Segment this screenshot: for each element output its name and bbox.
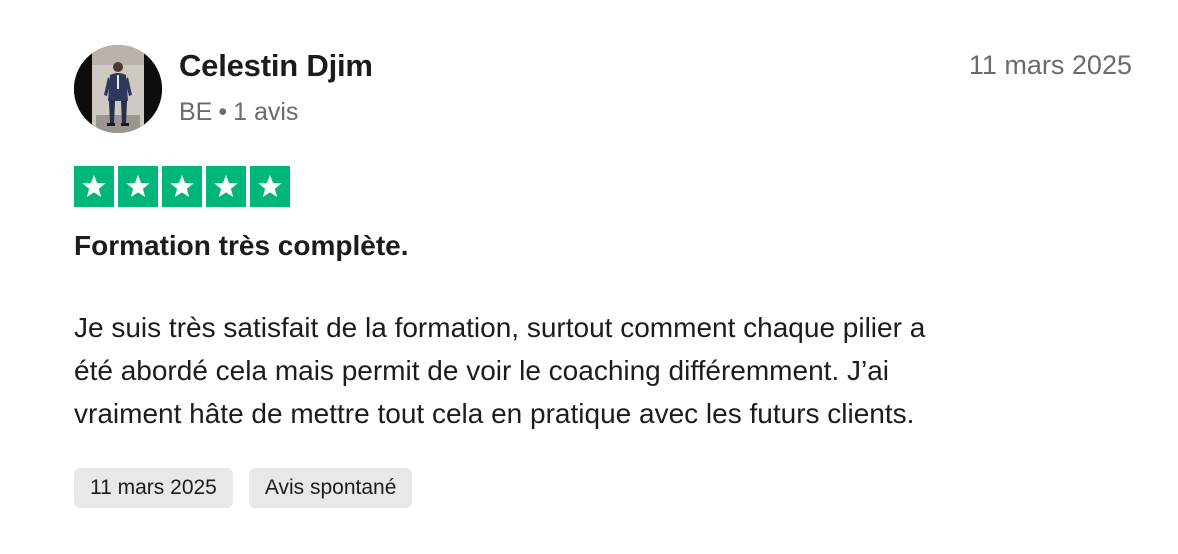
review-body-line: vraiment hâte de mettre tout cela en pra…	[74, 398, 915, 429]
reviewer-avatar[interactable]	[74, 45, 162, 133]
star-rating	[74, 166, 290, 207]
star-icon	[74, 166, 114, 207]
star-icon	[162, 166, 202, 207]
review-card: Celestin Djim BE • 1 avis 11 mars 2025 For…	[0, 0, 1178, 554]
reviewer-review-count: 1 avis	[233, 98, 299, 126]
review-body-line: Je suis très satisfait de la formation, …	[74, 312, 926, 343]
star-icon	[250, 166, 290, 207]
review-title[interactable]: Formation très complète.	[74, 230, 409, 262]
meta-separator: •	[218, 98, 228, 126]
reviewer-country: BE	[179, 98, 213, 126]
reviewer-name[interactable]: Celestin Djim	[179, 48, 373, 84]
reviewer-meta: BE • 1 avis	[179, 98, 298, 127]
review-body: Je suis très satisfait de la formation, …	[74, 306, 1114, 435]
experience-date-chip: 11 mars 2025	[74, 468, 233, 508]
star-icon	[206, 166, 246, 207]
user-photo-avatar-icon	[74, 45, 162, 133]
star-icon	[118, 166, 158, 207]
review-source-chip[interactable]: Avis spontané	[248, 468, 413, 508]
review-chips: 11 mars 2025 Avis spontané	[74, 468, 413, 508]
review-date: 11 mars 2025	[968, 50, 1132, 80]
review-body-line: été abordé cela mais permit de voir le c…	[74, 355, 889, 386]
